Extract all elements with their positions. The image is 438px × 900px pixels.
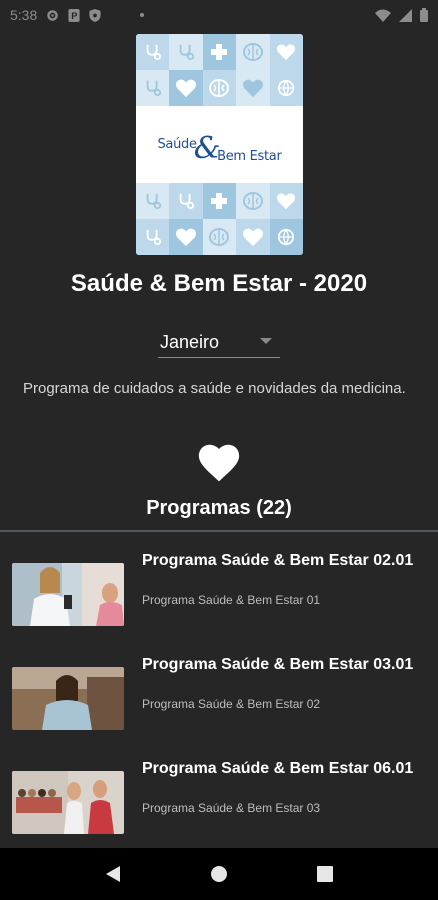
globe-icon (269, 70, 303, 106)
episode-title: Programa Saúde & Bem Estar 03.01 (142, 656, 414, 673)
home-icon (211, 866, 227, 882)
heart-icon (236, 70, 270, 106)
stethoscope-icon (169, 34, 203, 70)
cover-logo-line1: Saúde (157, 137, 197, 152)
recents-button[interactable] (305, 854, 345, 894)
battery-icon (420, 8, 428, 22)
episode-subtitle: Programa Saúde & Bem Estar 01 (142, 593, 321, 607)
cover-logo: Saúde&Bem Estar (136, 106, 303, 183)
heart-plus-icon (169, 219, 203, 255)
program-description: Programa de cuidados a saúde e novidades… (23, 380, 406, 397)
heart-icon (198, 444, 240, 482)
heart-icon (269, 34, 303, 70)
brain-icon (202, 219, 237, 255)
heart-plus-icon (169, 70, 203, 106)
cover-pattern-top (136, 34, 303, 106)
home-button[interactable] (199, 854, 239, 894)
episode-subtitle: Programa Saúde & Bem Estar 02 (142, 697, 321, 711)
recents-icon (317, 866, 333, 882)
favorite-heart-button[interactable] (198, 443, 240, 483)
episode-item[interactable]: Programa Saúde & Bem Estar 03.01 Program… (0, 644, 438, 744)
stethoscope-icon (169, 183, 203, 219)
stethoscope-icon (136, 219, 170, 255)
heart-icon (236, 219, 270, 255)
month-dropdown-value: Janeiro (160, 332, 220, 352)
cross-icon (202, 34, 237, 70)
heart-icon (269, 183, 303, 219)
brain-icon (236, 183, 270, 219)
stethoscope-icon (136, 70, 170, 106)
cover-logo-text: Saúde&Bem Estar (157, 127, 282, 166)
cover-logo-line2: Bem Estar (217, 149, 282, 164)
status-time: 5:38 (10, 7, 38, 23)
p-badge-icon: P (68, 8, 80, 22)
back-icon (106, 866, 120, 882)
cross-icon (202, 183, 237, 219)
cover-pattern-bottom (136, 183, 303, 255)
episode-item[interactable]: Programa Saúde & Bem Estar 06.01 Program… (0, 748, 438, 848)
dropdown-arrow-icon (260, 338, 272, 344)
shield-icon (89, 8, 101, 22)
episode-thumbnail (12, 563, 124, 626)
episode-thumbnail (12, 667, 124, 730)
status-bar: 5:38 P (0, 0, 438, 30)
globe-icon (269, 219, 303, 255)
signal-icon (399, 8, 412, 22)
svg-text:P: P (71, 11, 77, 21)
episode-item[interactable]: Programa Saúde & Bem Estar 02.01 Program… (0, 540, 438, 640)
episode-title: Programa Saúde & Bem Estar 02.01 (142, 552, 414, 569)
dot-icon (140, 13, 145, 17)
episode-subtitle: Programa Saúde & Bem Estar 03 (142, 801, 321, 815)
program-cover-image: Saúde&Bem Estar (136, 34, 303, 255)
month-dropdown[interactable]: Janeiro (158, 328, 280, 358)
gear-icon (46, 9, 59, 22)
brain-icon (236, 34, 270, 70)
page-title: Saúde & Bem Estar - 2020 (70, 270, 368, 297)
episode-title: Programa Saúde & Bem Estar 06.01 (142, 760, 414, 777)
stethoscope-icon (136, 34, 170, 70)
episode-thumbnail (12, 771, 124, 834)
wifi-icon (375, 9, 391, 22)
section-divider (0, 530, 438, 532)
stethoscope-icon (136, 183, 170, 219)
system-nav-bar (0, 848, 438, 900)
back-button[interactable] (93, 854, 133, 894)
brain-icon (202, 70, 237, 106)
programs-heading: Programas (22) (146, 497, 292, 519)
